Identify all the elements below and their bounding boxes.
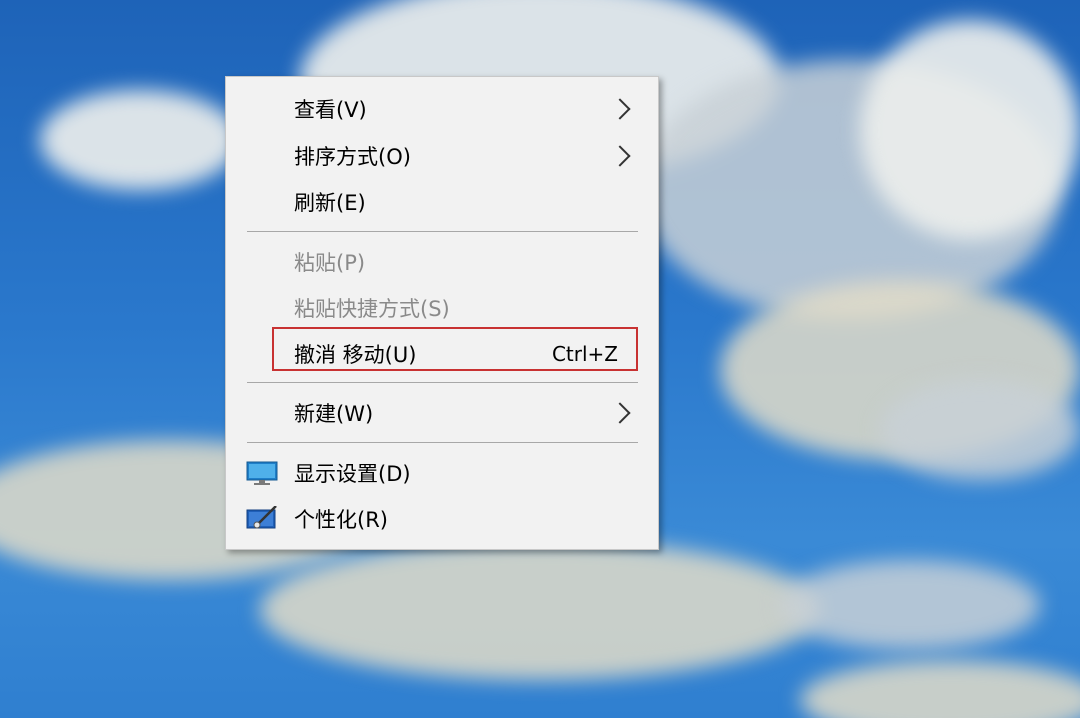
menu-item-new[interactable]: 新建(W) [226, 393, 658, 433]
menu-item-label: 撤消 移动(U) [294, 343, 417, 367]
chevron-right-icon [609, 402, 631, 424]
menu-item-label: 粘贴(P) [294, 251, 366, 275]
menu-item-label: 查看(V) [294, 98, 367, 122]
menu-item-personalize[interactable]: 个性化(R) [226, 499, 658, 539]
cloud [880, 380, 1080, 480]
menu-item-undo-move[interactable]: 撤消 移动(U) Ctrl+Z [226, 334, 658, 374]
chevron-right-icon [609, 145, 631, 167]
menu-separator [247, 231, 638, 232]
personalize-icon [246, 505, 278, 532]
desktop-context-menu: 查看(V) 排序方式(O) 刷新(E) 粘贴(P) 粘贴快捷方式(S) 撤消 移… [225, 76, 659, 550]
cloud [40, 90, 240, 190]
cloud [800, 660, 1080, 718]
menu-item-sort-by[interactable]: 排序方式(O) [226, 136, 658, 176]
chevron-right-icon [609, 98, 631, 120]
menu-separator [247, 442, 638, 443]
display-settings-icon [246, 460, 278, 486]
menu-item-label: 排序方式(O) [294, 145, 411, 169]
shortcut-label: Ctrl+Z [551, 342, 618, 366]
menu-item-view[interactable]: 查看(V) [226, 89, 658, 129]
menu-item-label: 个性化(R) [294, 508, 388, 532]
menu-item-label: 粘贴快捷方式(S) [294, 297, 450, 321]
menu-separator [247, 382, 638, 383]
menu-item-refresh[interactable]: 刷新(E) [226, 182, 658, 222]
menu-item-label: 显示设置(D) [294, 462, 411, 486]
cloud [260, 540, 820, 680]
menu-item-display-settings[interactable]: 显示设置(D) [226, 453, 658, 493]
menu-item-label: 刷新(E) [294, 191, 366, 215]
cloud [780, 560, 1040, 650]
cloud [860, 20, 1080, 240]
menu-item-paste[interactable]: 粘贴(P) [226, 242, 658, 282]
desktop-background[interactable]: 查看(V) 排序方式(O) 刷新(E) 粘贴(P) 粘贴快捷方式(S) 撤消 移… [0, 0, 1080, 718]
menu-item-label: 新建(W) [294, 402, 374, 426]
menu-item-paste-shortcut[interactable]: 粘贴快捷方式(S) [226, 288, 658, 328]
